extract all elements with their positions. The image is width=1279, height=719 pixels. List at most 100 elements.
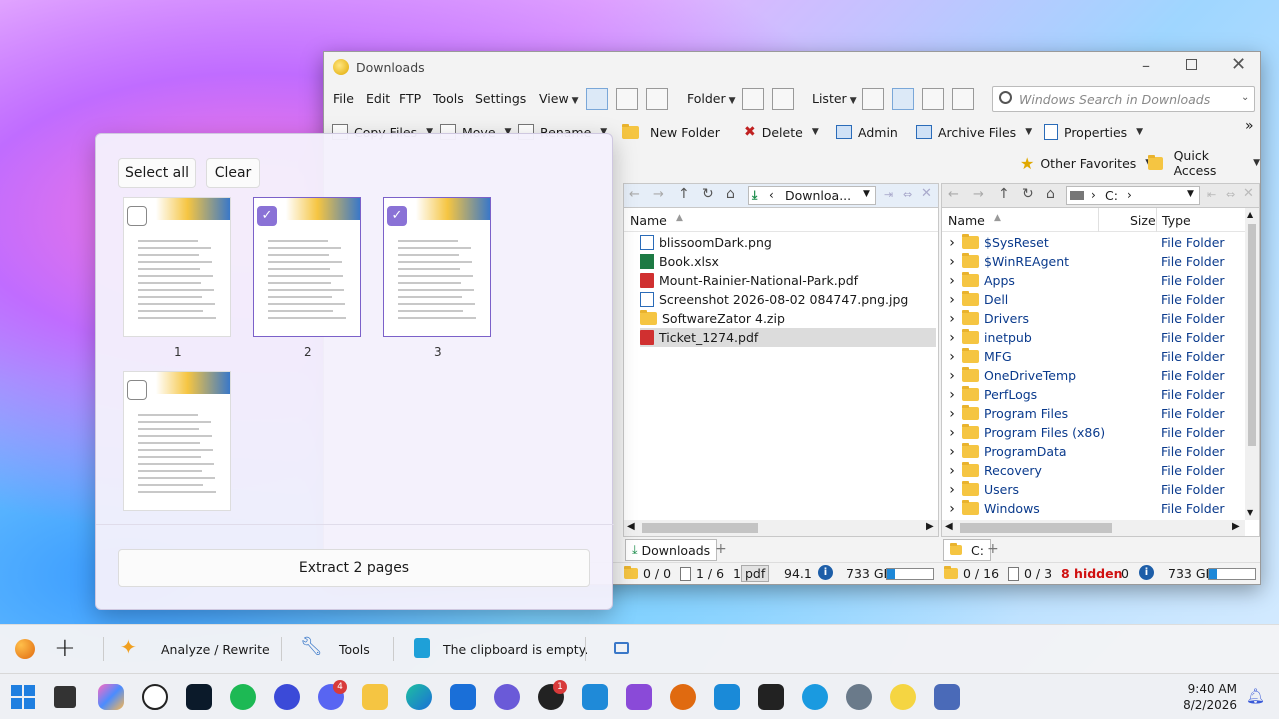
single-pane-icon[interactable]	[862, 88, 884, 110]
search-input[interactable]: Windows Search in Downloads ⌄	[992, 86, 1255, 112]
tab-downloads[interactable]: ⤓ Downloads	[625, 539, 718, 561]
page-thumbnail[interactable]	[123, 197, 231, 337]
scroll-right-icon[interactable]: ▶	[1232, 521, 1240, 532]
expand-chevron-icon[interactable]: ›	[942, 349, 962, 365]
menu-folder[interactable]: Folder ▼	[687, 91, 736, 106]
pane-close-icon[interactable]: ✕	[921, 186, 932, 201]
folder-row[interactable]: › Apps File Folder	[942, 271, 1244, 290]
chevron-down-icon[interactable]: ⌄	[1241, 92, 1249, 103]
folder-row[interactable]: › Program Files File Folder	[942, 404, 1244, 423]
settings-gear-icon[interactable]	[846, 684, 872, 710]
folder-layout-icon[interactable]	[742, 88, 764, 110]
folder-row[interactable]: › inetpub File Folder	[942, 328, 1244, 347]
directory-opus-icon[interactable]	[890, 684, 916, 710]
notification-bell-icon[interactable]: 🔔︎	[1246, 687, 1265, 705]
scroll-thumb[interactable]	[642, 523, 758, 533]
expand-chevron-icon[interactable]: ›	[942, 235, 962, 251]
home-icon[interactable]: ⌂	[1046, 186, 1055, 202]
menu-edit[interactable]: Edit	[366, 91, 390, 106]
tools-button[interactable]: Tools	[339, 642, 370, 657]
list-view-icon[interactable]	[616, 88, 638, 110]
clock-time[interactable]: 9:40 AM	[1185, 682, 1237, 696]
file-row[interactable]: Book.xlsx	[640, 252, 936, 271]
maximize-button[interactable]	[1186, 59, 1197, 70]
folder-layout2-icon[interactable]	[772, 88, 794, 110]
pane-sync-icon[interactable]: ⇥	[884, 188, 893, 201]
admin-button[interactable]: Admin	[836, 120, 898, 144]
task-view-icon[interactable]	[54, 686, 76, 708]
folder-row[interactable]: › Recovery File Folder	[942, 461, 1244, 480]
chatgpt-icon[interactable]	[142, 684, 168, 710]
forward-icon[interactable]: →	[653, 187, 664, 202]
page-thumbnail[interactable]: ✓	[253, 197, 361, 337]
scroll-left-icon[interactable]: ◀	[627, 521, 635, 532]
add-tab-button[interactable]: +	[715, 541, 727, 557]
other-favorites-button[interactable]: ★Other Favorites▼	[1020, 151, 1152, 175]
hidden-count[interactable]: 8 hidden	[1061, 566, 1123, 581]
page-thumbnail[interactable]: ✓	[383, 197, 491, 337]
right-hscrollbar[interactable]: ◀ ▶	[942, 520, 1245, 536]
forward-icon[interactable]: →	[973, 187, 984, 202]
page-checkbox[interactable]: ✓	[387, 206, 407, 226]
add-tab-button[interactable]: +	[987, 541, 999, 557]
add-icon[interactable]: +	[54, 633, 76, 663]
page-checkbox[interactable]	[127, 380, 147, 400]
up-icon[interactable]: ↑	[678, 186, 690, 202]
size-column-header[interactable]: Size	[1130, 213, 1156, 228]
scroll-thumb[interactable]	[1248, 224, 1256, 446]
scroll-up-icon[interactable]: ▲	[1247, 210, 1253, 219]
new-folder-button[interactable]: New Folder	[622, 120, 720, 144]
folder-row[interactable]: › $SysReset File Folder	[942, 233, 1244, 252]
expand-chevron-icon[interactable]: ›	[942, 463, 962, 479]
properties-button[interactable]: Properties ▼	[1044, 120, 1143, 144]
app-logo-icon[interactable]	[15, 639, 35, 659]
outlook-icon[interactable]	[450, 684, 476, 710]
dual-pane-icon[interactable]	[892, 88, 914, 110]
app-dark-icon[interactable]	[186, 684, 212, 710]
name-column-header[interactable]: Name	[948, 213, 985, 228]
refresh-icon[interactable]: ↻	[1022, 186, 1034, 202]
tree-pane-icon[interactable]	[922, 88, 944, 110]
expand-chevron-icon[interactable]: ›	[942, 406, 962, 422]
folder-row[interactable]: › MFG File Folder	[942, 347, 1244, 366]
page-thumbnail[interactable]	[123, 371, 231, 511]
tab-c-drive[interactable]: C:	[943, 539, 991, 561]
expand-chevron-icon[interactable]: ›	[942, 425, 962, 441]
info-icon[interactable]: i	[1139, 565, 1154, 580]
menu-view[interactable]: View ▼	[539, 91, 579, 106]
calendar-icon[interactable]	[614, 642, 629, 654]
quick-access-button[interactable]: Quick Access ▼	[1148, 148, 1260, 178]
visual-studio-icon[interactable]	[626, 684, 652, 710]
left-hscrollbar[interactable]: ◀ ▶	[624, 520, 938, 536]
folder-row[interactable]: › $WinREAgent File Folder	[942, 252, 1244, 271]
expand-chevron-icon[interactable]: ›	[942, 273, 962, 289]
home-icon[interactable]: ⌂	[726, 186, 735, 202]
file-row[interactable]: Mount-Rainier-National-Park.pdf	[640, 271, 936, 290]
menu-tools[interactable]: Tools	[433, 91, 464, 106]
details-view-icon[interactable]	[586, 88, 608, 110]
app-orange-icon[interactable]	[670, 684, 696, 710]
app-blue-icon[interactable]	[714, 684, 740, 710]
expand-chevron-icon[interactable]: ›	[942, 292, 962, 308]
expand-chevron-icon[interactable]: ›	[942, 444, 962, 460]
select-all-button[interactable]: Select all	[118, 158, 196, 188]
start-button[interactable]	[10, 684, 36, 710]
left-filter-badge[interactable]: pdf	[741, 565, 770, 582]
folder-row[interactable]: › Dell File Folder	[942, 290, 1244, 309]
folder-row[interactable]: › Program Files (x86) File Folder	[942, 423, 1244, 442]
thumbnail-view-icon[interactable]	[646, 88, 668, 110]
folder-row[interactable]: › OneDriveTemp File Folder	[942, 366, 1244, 385]
clock-date[interactable]: 8/2/2026	[1172, 698, 1237, 712]
menu-file[interactable]: File	[333, 91, 354, 106]
info-icon[interactable]: i	[818, 565, 833, 580]
file-explorer-icon[interactable]	[362, 684, 388, 710]
scroll-left-icon[interactable]: ◀	[945, 521, 953, 532]
file-row[interactable]: SoftwareZator 4.zip	[640, 309, 936, 328]
pane-swap-icon[interactable]: ⇔	[903, 188, 912, 201]
pane-sync-icon[interactable]: ⇤	[1207, 188, 1216, 201]
folder-row[interactable]: › Drivers File Folder	[942, 309, 1244, 328]
toolbar-overflow-button[interactable]: »	[1245, 118, 1254, 134]
expand-chevron-icon[interactable]: ›	[942, 368, 962, 384]
terminal-icon[interactable]	[758, 684, 784, 710]
page-checkbox[interactable]	[127, 206, 147, 226]
